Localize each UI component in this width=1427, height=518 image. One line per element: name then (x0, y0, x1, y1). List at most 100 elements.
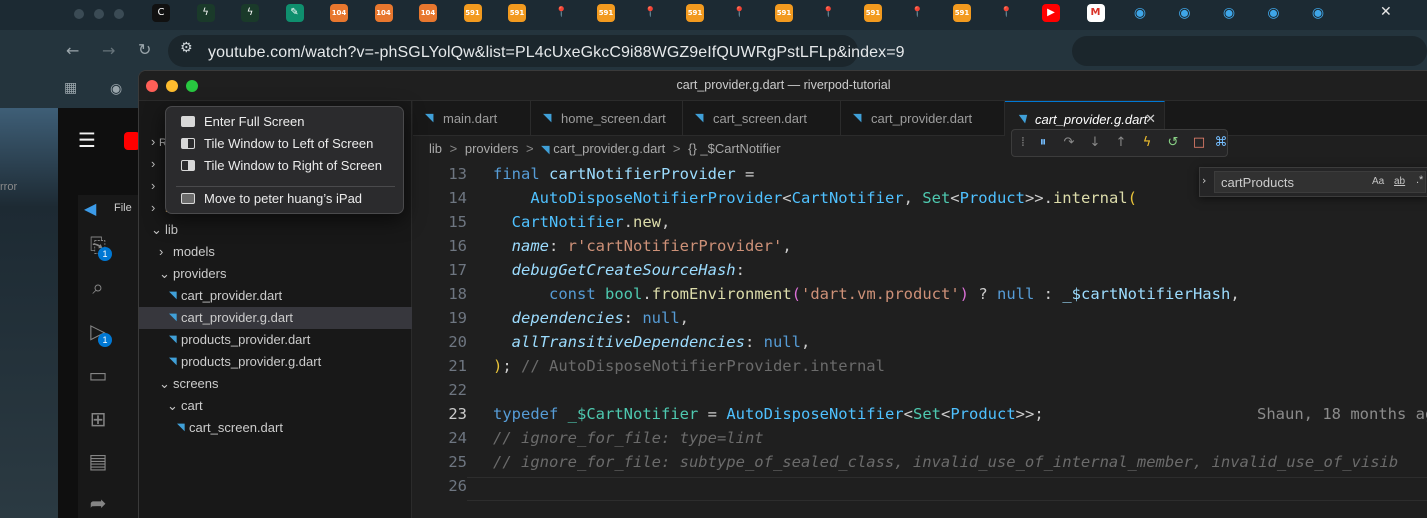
591-icon[interactable]: 591 (775, 4, 793, 22)
591-icon[interactable]: 591 (864, 4, 882, 22)
bot-icon[interactable]: ◉ (1176, 4, 1194, 22)
docker-icon[interactable]: ▤ (86, 449, 110, 473)
editor-tab[interactable]: ◥ cart_screen.dart (683, 101, 841, 136)
menu-item-move-to-ipad[interactable]: Move to peter huang’s iPad (166, 188, 405, 210)
reload-icon[interactable]: ↻ (138, 40, 151, 59)
code-line-14: AutoDisposeNotifierProvider<CartNotifier… (530, 189, 1137, 207)
devtools-icon[interactable]: ⌘ (1212, 134, 1230, 152)
code-line-18: const bool.fromEnvironment('dart.vm.prod… (549, 285, 1240, 303)
back-icon[interactable]: ← (66, 41, 79, 60)
editor-tab-label: cart_screen.dart (713, 111, 807, 126)
breadcrumb-lib[interactable]: lib (429, 141, 442, 156)
maps-icon[interactable]: 📍 (909, 4, 927, 22)
bookmark-icon[interactable]: ◉ (110, 81, 122, 97)
tree-item-label: products_provider.dart (181, 332, 311, 347)
bot-icon[interactable]: ◉ (1220, 4, 1238, 22)
tree-item[interactable]: ◥ products_provider.dart (139, 329, 412, 351)
tree-item-label: models (173, 244, 215, 259)
chevron-down-icon: ⌄ (159, 376, 170, 391)
editor-tab[interactable]: ◥ home_screen.dart (531, 101, 683, 136)
code-line-13: final cartNotifierProvider = (493, 165, 755, 183)
code-editor[interactable]: 13 14 15 16 17 18 19 20 21 22 23 24 25 26 final cartN… (413, 165, 1427, 518)
maps-icon[interactable]: 📍 (731, 4, 749, 22)
tree-item[interactable]: ⌄ lib (139, 219, 412, 241)
restart-icon[interactable]: ↺ (1164, 134, 1182, 152)
browser-close-light[interactable] (74, 9, 84, 19)
c-icon[interactable]: C (152, 4, 170, 22)
browser-tab-close-icon[interactable]: ✕ (1380, 4, 1392, 20)
line-number: 23 (448, 405, 467, 423)
search-icon[interactable]: ⌕ (86, 275, 110, 299)
forward-icon[interactable]: → (102, 41, 115, 60)
tree-item[interactable]: ◥ products_provider.g.dart (139, 351, 412, 373)
zap-icon[interactable]: ϟ (196, 4, 215, 22)
activity-bar: ◀ File ⎘ 1 ⌕ ▷ 1 ▭ ⊞ ▤ ➦ (78, 195, 138, 518)
tree-item[interactable]: ◥ cart_screen.dart (139, 417, 412, 439)
hot-reload-icon[interactable]: ϟ (1138, 134, 1156, 152)
bot-icon[interactable]: ◉ (1131, 4, 1149, 22)
site-info-icon[interactable]: ⚙ (180, 40, 193, 56)
tree-item[interactable]: ⌄ screens (139, 373, 412, 395)
match-case-toggle[interactable]: Aa (1372, 176, 1384, 187)
step-into-icon[interactable]: ↓ (1086, 134, 1104, 152)
591-icon[interactable]: 591 (597, 4, 615, 22)
breadcrumb-file[interactable]: cart_provider.g.dart (553, 141, 665, 156)
zap-icon[interactable]: ϟ (241, 4, 259, 22)
explorer-badge: 1 (98, 247, 112, 261)
menu-item-label: Move to peter huang’s iPad (204, 191, 363, 206)
browser-minimize-light[interactable] (94, 9, 104, 19)
tree-item[interactable]: ◥ cart_provider.g.dart (139, 307, 412, 329)
live-share-icon[interactable]: ➦ (86, 491, 110, 515)
breadcrumb-providers[interactable]: providers (465, 141, 518, 156)
regex-toggle[interactable]: .* (1416, 174, 1423, 186)
bot-icon[interactable]: ◉ (1309, 4, 1327, 22)
tree-item[interactable]: › models (139, 241, 412, 263)
dart-file-icon: ◥ (169, 290, 177, 301)
toggle-replace-icon[interactable]: › (1202, 174, 1206, 187)
maps-icon[interactable]: 📍 (998, 4, 1016, 22)
hamburger-menu-icon[interactable]: ☰ (78, 128, 96, 152)
url-text[interactable]: youtube.com/watch?v=-phSGLYolQw&list=PL4… (208, 44, 905, 62)
line-number: 18 (448, 285, 467, 303)
maps-icon[interactable]: 📍 (820, 4, 838, 22)
feather-icon[interactable]: ✎ (285, 4, 304, 22)
maps-icon[interactable]: 📍 (642, 4, 660, 22)
menu-item-enter-full-screen[interactable]: Enter Full Screen (166, 111, 405, 133)
remote-explorer-icon[interactable]: ▭ (86, 363, 110, 387)
pause-icon[interactable]: ⏸ (1034, 134, 1052, 152)
maps-icon[interactable]: 📍 (553, 4, 571, 22)
stop-icon[interactable]: □ (1190, 134, 1208, 152)
breadcrumb-symbol[interactable]: {} _$CartNotifier (688, 141, 781, 156)
591-icon[interactable]: 591 (686, 4, 704, 22)
browser-zoom-light[interactable] (114, 9, 124, 19)
591-icon[interactable]: 591 (508, 4, 526, 22)
104-icon[interactable]: 104 (330, 4, 348, 22)
file-menu[interactable]: File (114, 202, 132, 214)
dart-file-icon: ◥ (541, 144, 550, 156)
dart-file-icon: ◥ (853, 112, 862, 124)
bot-icon[interactable]: ◉ (1265, 4, 1283, 22)
editor-tab[interactable]: ◥ cart_provider.dart (841, 101, 1005, 136)
step-over-icon[interactable]: ↷ (1060, 134, 1078, 152)
591-icon[interactable]: 591 (463, 4, 482, 22)
menu-item-tile-right[interactable]: Tile Window to Right of Screen (166, 155, 405, 177)
step-out-icon[interactable]: ↑ (1112, 134, 1130, 152)
tree-item[interactable]: ⌄ cart (139, 395, 412, 417)
591-icon[interactable]: 591 (953, 4, 971, 22)
drag-handle-icon[interactable]: ⁞ (1014, 134, 1032, 152)
match-word-toggle[interactable]: ab (1394, 176, 1405, 187)
debug-toolbar: ⁞ ⏸ ↷ ↓ ↑ ϟ ↺ □ ⌘ (1011, 129, 1228, 157)
menu-item-tile-left[interactable]: Tile Window to Left of Screen (166, 133, 405, 155)
tree-item[interactable]: ⌄ providers (139, 263, 412, 285)
youtube-icon[interactable]: ▶ (1042, 4, 1060, 22)
chevron-down-icon: ⌄ (151, 222, 162, 237)
apps-grid-icon[interactable]: ▦ (64, 80, 77, 96)
dart-file-icon: ◥ (169, 356, 177, 367)
editor-tab[interactable]: ◥ main.dart (413, 101, 531, 136)
extensions-icon[interactable]: ⊞ (86, 407, 110, 431)
gmail-icon[interactable]: M (1086, 4, 1105, 22)
104-icon[interactable]: 104 (419, 4, 437, 22)
tree-item[interactable]: ◥ cart_provider.dart (139, 285, 412, 307)
tile-right-icon (181, 160, 195, 171)
104-icon[interactable]: 104 (374, 4, 393, 22)
